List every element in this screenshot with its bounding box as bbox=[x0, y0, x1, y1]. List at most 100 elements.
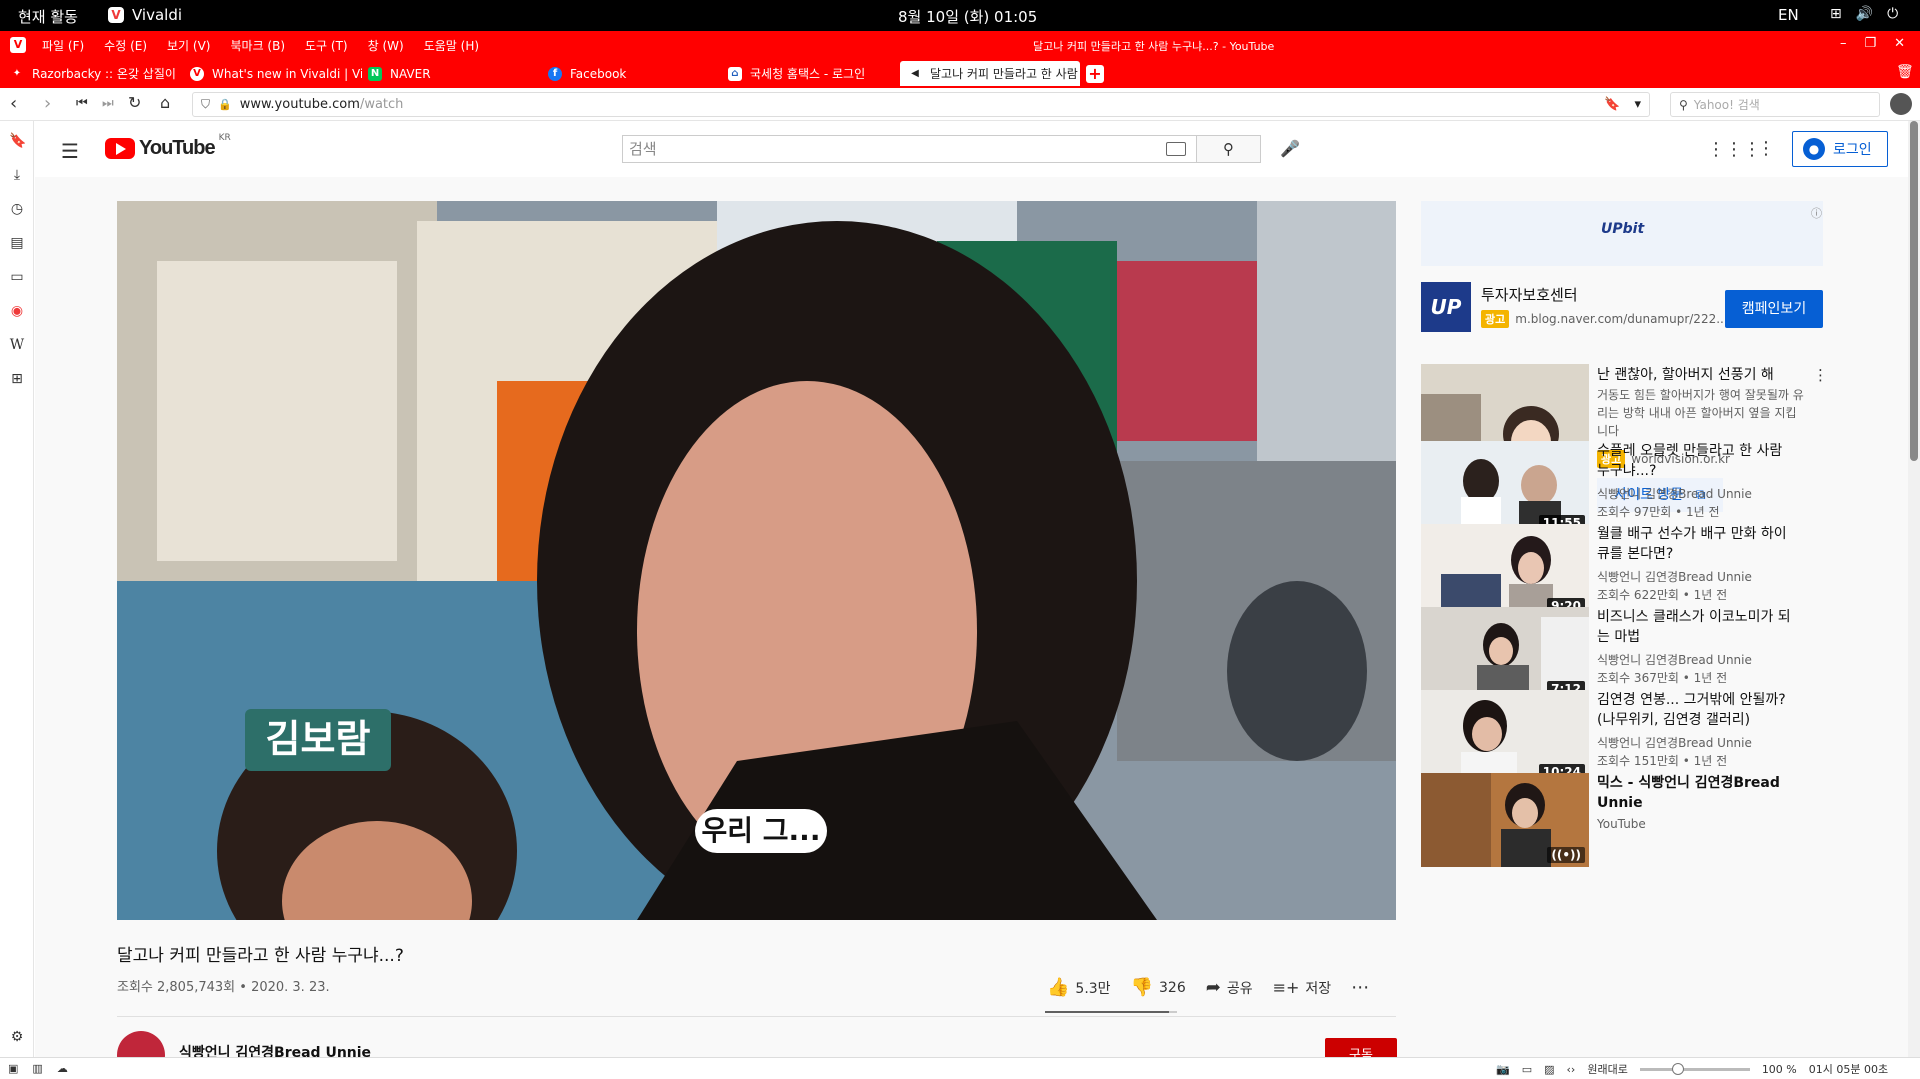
subtitle-name-caption: 김보람 bbox=[245, 709, 391, 771]
vivaldi-panel-icon[interactable]: ◉ bbox=[9, 303, 25, 319]
video-thumbnail[interactable]: 11:55 bbox=[1421, 441, 1589, 535]
forward-icon[interactable]: › bbox=[44, 93, 51, 114]
clock[interactable]: 8월 10일 (화) 01:05 bbox=[898, 6, 1037, 27]
like-ratio-bar bbox=[1045, 1011, 1177, 1013]
video-thumbnail[interactable]: 9:20 bbox=[1421, 524, 1589, 618]
profile-avatar[interactable] bbox=[1890, 93, 1912, 115]
tab-naver[interactable]: N NAVER bbox=[360, 61, 538, 86]
bookmark-icon[interactable]: 🔖 bbox=[1604, 97, 1620, 112]
menu-view[interactable]: 보기 (V) bbox=[167, 37, 210, 54]
settings-gear-icon[interactable]: ⚙ bbox=[9, 1029, 25, 1045]
hamburger-menu-icon[interactable]: ☰ bbox=[61, 139, 79, 163]
channel-name[interactable]: 식빵언니 김연경Bread Unnie bbox=[179, 1042, 371, 1057]
thumbs-up-icon: 👍 bbox=[1047, 977, 1070, 998]
restore-icon[interactable]: ❐ bbox=[1865, 36, 1877, 51]
page-scrollbar[interactable] bbox=[1908, 121, 1920, 1057]
like-ratio-fill bbox=[1045, 1011, 1170, 1013]
image-toggle-icon[interactable]: ▨ bbox=[1544, 1063, 1554, 1076]
input-language[interactable]: EN bbox=[1778, 6, 1799, 24]
youtube-search-input[interactable]: 검색 bbox=[622, 135, 1197, 163]
video-thumbnail[interactable]: 7:12 bbox=[1421, 607, 1589, 701]
video-player[interactable]: 김보람 우리 그... bbox=[117, 201, 1396, 920]
dislike-button[interactable]: 👎 326 bbox=[1131, 977, 1186, 998]
share-button[interactable]: ➦ 공유 bbox=[1206, 977, 1253, 998]
playlist-add-icon: ≡+ bbox=[1272, 978, 1300, 997]
window-title: 달고나 커피 만들라고 한 사람 누구냐...? - YouTube bbox=[1033, 40, 1275, 53]
campaign-button[interactable]: 캠페인보기 bbox=[1725, 290, 1823, 328]
youtube-search-button[interactable]: ⚲ bbox=[1197, 135, 1261, 163]
system-tray[interactable]: ⊞ 🔊 ⏻ bbox=[1830, 6, 1898, 22]
close-icon[interactable]: ✕ bbox=[1894, 36, 1905, 51]
menu-file[interactable]: 파일 (F) bbox=[42, 37, 84, 54]
share-icon: ➦ bbox=[1205, 977, 1221, 998]
save-button[interactable]: ≡+ 저장 bbox=[1273, 978, 1332, 998]
thumbs-down-icon: 👎 bbox=[1130, 977, 1153, 998]
share-label: 공유 bbox=[1226, 980, 1253, 997]
cloud-sync-icon[interactable]: ☁ bbox=[57, 1062, 68, 1075]
tab-facebook[interactable]: f Facebook bbox=[540, 61, 718, 86]
capture-icon[interactable]: 📷 bbox=[1496, 1063, 1510, 1076]
channel-avatar[interactable] bbox=[117, 1031, 165, 1057]
video-stats: 조회수 367만회 • 1년 전 bbox=[1597, 671, 1728, 685]
fast-forward-icon[interactable]: ⏭ bbox=[102, 96, 114, 111]
menu-bookmarks[interactable]: 북마크 (B) bbox=[230, 37, 285, 54]
add-panel-icon[interactable]: ⊞ bbox=[9, 371, 25, 387]
tab-vivaldi-news[interactable]: V What's new in Vivaldi | Viva bbox=[182, 61, 362, 86]
trash-icon[interactable]: 🗑 bbox=[1896, 64, 1914, 80]
video-stats: 조회수 151만회 • 1년 전 bbox=[1597, 754, 1728, 768]
home-icon[interactable]: ⌂ bbox=[160, 93, 170, 112]
more-actions-button[interactable]: ⋯ bbox=[1351, 977, 1369, 998]
microphone-icon[interactable]: 🎤 bbox=[1278, 137, 1302, 161]
more-vertical-icon[interactable]: ⋮ bbox=[1757, 138, 1775, 159]
login-label: 로그인 bbox=[1833, 142, 1872, 158]
menu-window[interactable]: 창 (W) bbox=[368, 37, 404, 54]
downloads-icon[interactable]: ⤓ bbox=[9, 167, 25, 183]
notes-icon[interactable]: ▤ bbox=[9, 235, 25, 251]
shield-icon: ⛉ bbox=[201, 97, 211, 111]
page-actions-icon[interactable]: ‹› bbox=[1567, 1063, 1576, 1076]
keyboard-icon[interactable] bbox=[1166, 142, 1186, 156]
back-icon[interactable]: ‹ bbox=[10, 93, 17, 114]
ad-banner[interactable]: UPbit bbox=[1421, 201, 1823, 266]
scrollbar-thumb[interactable] bbox=[1910, 121, 1918, 461]
login-button[interactable]: ● 로그인 bbox=[1792, 131, 1888, 167]
tab-razorbacky[interactable]: ✦ Razorbacky :: 온갖 삽질이 기 bbox=[2, 61, 180, 86]
menu-edit[interactable]: 수정 (E) bbox=[104, 37, 147, 54]
menu-list: 파일 (F) 수정 (E) 보기 (V) 북마크 (B) 도구 (T) 창 (W… bbox=[42, 37, 479, 54]
like-button[interactable]: 👍 5.3만 bbox=[1047, 977, 1111, 998]
tiling-toggle-icon[interactable]: ▭ bbox=[1522, 1063, 1532, 1076]
zoom-reset-button[interactable]: 원래대로 bbox=[1587, 1061, 1627, 1077]
tab-hometax[interactable]: ⌂ 국세청 홈택스 - 로그인 bbox=[720, 61, 898, 86]
activities-button[interactable]: 현재 활동 bbox=[18, 6, 78, 27]
video-thumbnail[interactable]: 10:24 bbox=[1421, 690, 1589, 784]
zoom-slider-knob[interactable] bbox=[1671, 1062, 1684, 1075]
wikipedia-icon[interactable]: W bbox=[9, 337, 25, 353]
chevron-down-icon[interactable]: ▾ bbox=[1634, 97, 1641, 112]
new-tab-button[interactable]: + bbox=[1086, 65, 1104, 83]
subscribe-button[interactable]: 구독 bbox=[1325, 1038, 1397, 1057]
menu-tools[interactable]: 도구 (T) bbox=[305, 37, 348, 54]
tab-youtube-active[interactable]: ◀ 달고나 커피 만들라고 한 사람 bbox=[900, 61, 1080, 86]
sponsor-url: m.blog.naver.com/dunamupr/222... bbox=[1515, 312, 1728, 326]
window-panel-icon[interactable]: ▭ bbox=[9, 269, 25, 285]
youtube-logo[interactable]: YouTube KR bbox=[105, 133, 231, 160]
apps-grid-icon[interactable]: ⋮⋮⋮ bbox=[1707, 139, 1761, 160]
tiling-icon[interactable]: ▥ bbox=[32, 1062, 42, 1075]
video-thumbnail[interactable]: ((•)) bbox=[1421, 773, 1589, 867]
info-icon[interactable]: ⓘ bbox=[1811, 205, 1822, 221]
app-menu[interactable]: V Vivaldi bbox=[108, 6, 182, 24]
video-stats: 조회수 97만회 • 1년 전 bbox=[1597, 505, 1720, 519]
search-engine-field[interactable]: ⚲ Yahoo! 검색 bbox=[1670, 92, 1880, 117]
menu-help[interactable]: 도움말 (H) bbox=[424, 37, 479, 54]
youtube-header: ☰ YouTube KR 검색 ⚲ 🎤 ⋮⋮⋮ ⋮ ● 로그인 bbox=[35, 121, 1908, 177]
vivaldi-menu-icon[interactable]: V bbox=[10, 37, 26, 53]
minimize-icon[interactable]: – bbox=[1840, 36, 1847, 51]
more-vertical-icon[interactable]: ⋮ bbox=[1813, 366, 1828, 384]
rewind-icon[interactable]: ⏮ bbox=[76, 96, 88, 111]
address-field[interactable]: ⛉ 🔒 www.youtube.com/watch 🔖 ▾ bbox=[192, 92, 1650, 117]
bookmarks-panel-icon[interactable]: 🔖 bbox=[9, 133, 26, 149]
history-icon[interactable]: ◷ bbox=[9, 201, 25, 217]
panel-toggle-icon[interactable]: ▣ bbox=[8, 1062, 18, 1075]
zoom-slider[interactable] bbox=[1639, 1062, 1750, 1075]
reload-icon[interactable]: ↻ bbox=[128, 93, 141, 112]
